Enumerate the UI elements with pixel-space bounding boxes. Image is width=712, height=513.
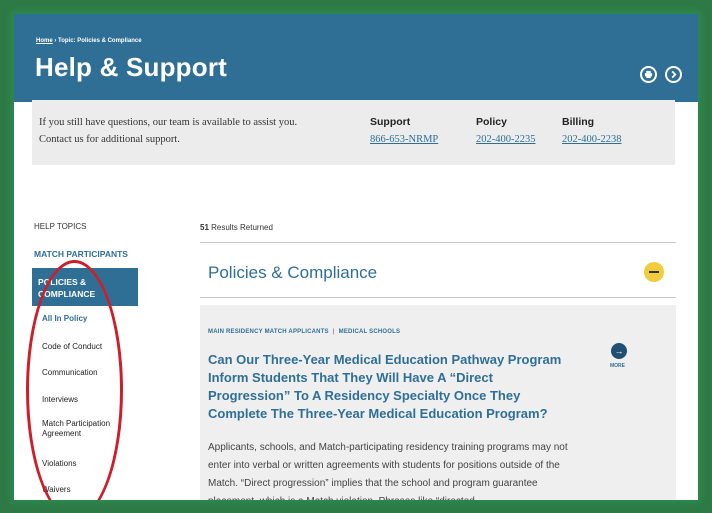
- sidebar-item-match-participants[interactable]: MATCH PARTICIPANTS: [34, 249, 128, 259]
- card-body: Applicants, schools, and Match-participa…: [208, 442, 568, 500]
- page-frame: Home › Topic: Policies & Compliance Help…: [14, 14, 698, 500]
- breadcrumb: Home › Topic: Policies & Compliance: [36, 38, 142, 44]
- breadcrumb-current: › Topic: Policies & Compliance: [52, 38, 142, 44]
- divider: [200, 297, 676, 298]
- divider: [200, 242, 676, 243]
- next-button[interactable]: [665, 66, 682, 83]
- chevron-right-icon: [671, 70, 677, 79]
- result-card: MAIN RESIDENCY MATCH APPLICANTS | MEDICAL …: [200, 305, 676, 500]
- sidebar-subitem-violations[interactable]: Violations: [42, 459, 134, 469]
- card-tags: MAIN RESIDENCY MATCH APPLICANTS | MEDICAL …: [208, 329, 401, 335]
- print-button[interactable]: [640, 66, 657, 83]
- sidebar-subitem-communication[interactable]: Communication: [42, 368, 134, 378]
- results-count: 51 Results Returned: [200, 223, 273, 232]
- sidebar-subitem-code-of-conduct[interactable]: Code of Conduct: [42, 342, 134, 352]
- billing-contact: Billing 202-400-2238: [562, 114, 622, 148]
- tag-applicants[interactable]: MAIN RESIDENCY MATCH APPLICANTS: [208, 329, 329, 335]
- section-title: Policies & Compliance: [208, 263, 378, 282]
- help-topics-heading: HELP TOPICS: [34, 222, 87, 231]
- more-button[interactable]: →: [611, 343, 627, 359]
- billing-phone-link[interactable]: 202-400-2238: [562, 131, 622, 148]
- policy-label: Policy: [476, 116, 507, 128]
- sidebar-subitem-match-participation-agreement[interactable]: Match Participation Agreement: [42, 419, 134, 439]
- policy-contact: Policy 202-400-2235: [476, 114, 536, 148]
- arrow-right-icon: →: [614, 346, 624, 356]
- sidebar-subitem-all-in-policy[interactable]: All In Policy: [42, 314, 134, 324]
- minus-icon: [649, 271, 659, 273]
- support-contact: Support 866-653-NRMP: [370, 114, 438, 148]
- more-label: MORE: [610, 363, 625, 369]
- policy-phone-link[interactable]: 202-400-2235: [476, 131, 536, 148]
- support-phone-link[interactable]: 866-653-NRMP: [370, 131, 438, 148]
- page-title: Help & Support: [35, 52, 228, 82]
- contact-box: If you still have questions, our team is…: [32, 100, 675, 165]
- tag-medical-schools[interactable]: MEDICAL SCHOOLS: [339, 329, 401, 335]
- sidebar-item-policies-compliance[interactable]: POLICIES & COMPLIANCE: [32, 268, 138, 306]
- page-header: Home › Topic: Policies & Compliance Help…: [14, 14, 698, 102]
- sidebar-subitem-waivers[interactable]: Waivers: [42, 485, 134, 495]
- contact-message: If you still have questions, our team is…: [39, 117, 298, 145]
- breadcrumb-home-link[interactable]: Home: [36, 38, 53, 44]
- sidebar-subitem-interviews[interactable]: Interviews: [42, 395, 134, 405]
- billing-label: Billing: [562, 116, 595, 128]
- print-icon: [644, 70, 653, 79]
- card-title-link[interactable]: Can Our Three-Year Medical Education Pat…: [208, 351, 568, 423]
- collapse-button[interactable]: [644, 262, 664, 282]
- support-label: Support: [370, 116, 411, 128]
